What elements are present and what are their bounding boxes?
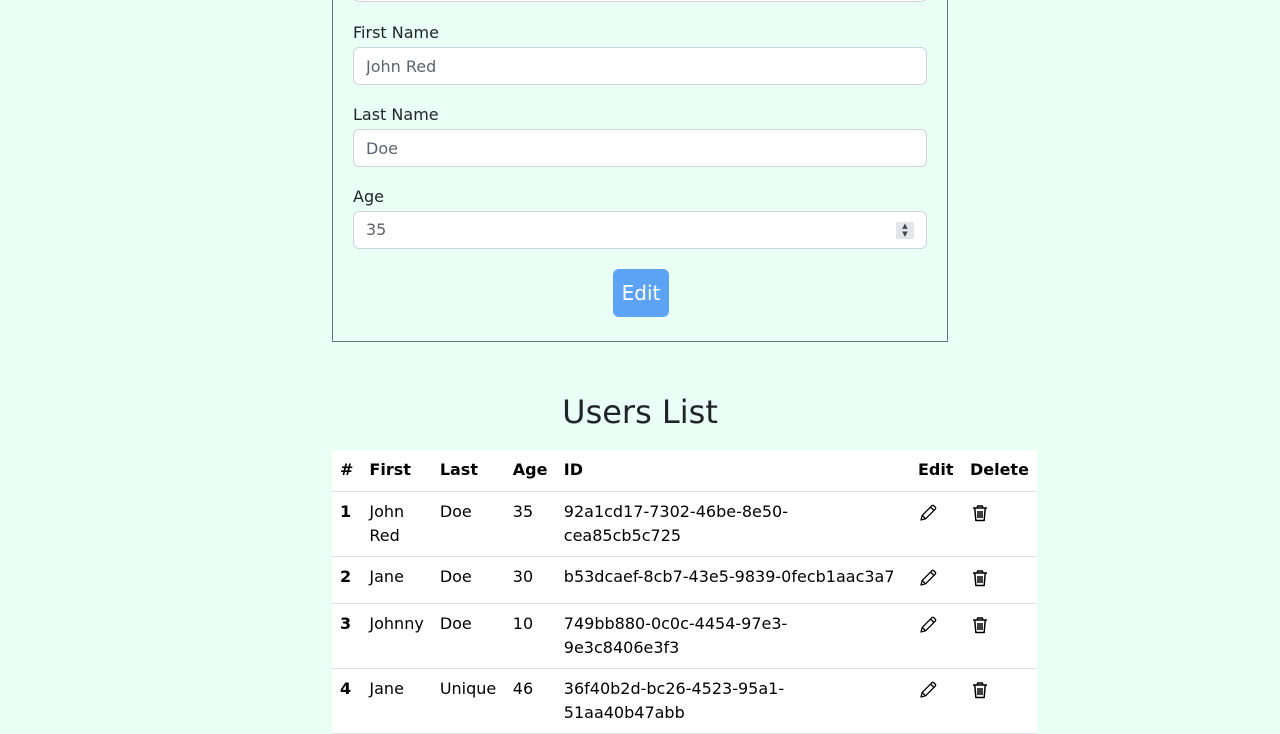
col-header-last: Last: [431, 450, 505, 492]
row-age: 10: [504, 603, 556, 669]
pencil-icon[interactable]: [918, 568, 938, 588]
trash-icon[interactable]: [970, 680, 990, 700]
row-age: 46: [504, 668, 556, 734]
first-name-label: First Name: [353, 23, 439, 42]
col-header-first: First: [361, 450, 432, 492]
edit-user-form: First Name Last Name Age 35 ▲ ▼ Edit: [332, 0, 948, 342]
row-last: Unique: [431, 668, 505, 734]
first-name-input[interactable]: [353, 47, 927, 85]
table-row: 2 Jane Doe 30 b53dcaef-8cb7-43e5-9839-0f…: [332, 556, 1037, 604]
col-header-id: ID: [555, 450, 910, 492]
row-first: John Red: [361, 491, 432, 557]
row-number: 1: [332, 491, 362, 557]
row-age: 35: [504, 491, 556, 557]
row-id: 36f40b2d-bc26-4523-95a1-51aa40b47abb: [555, 668, 910, 734]
pencil-icon[interactable]: [918, 503, 938, 523]
row-id: b53dcaef-8cb7-43e5-9839-0fecb1aac3a7: [555, 556, 910, 604]
pencil-icon[interactable]: [918, 680, 938, 700]
row-number: 4: [332, 668, 362, 734]
cut-off-input[interactable]: [353, 0, 927, 2]
row-first: Johnny: [361, 603, 432, 669]
stepper-down-icon[interactable]: ▼: [896, 230, 914, 238]
table-row: 1 John Red Doe 35 92a1cd17-7302-46be-8e5…: [332, 491, 1037, 557]
trash-icon[interactable]: [970, 615, 990, 635]
col-header-number: #: [332, 450, 362, 492]
row-last: Doe: [431, 491, 505, 557]
table-row: 4 Jane Unique 46 36f40b2d-bc26-4523-95a1…: [332, 668, 1037, 734]
row-age: 30: [504, 556, 556, 604]
row-id: 749bb880-0c0c-4454-97e3-9e3c8406e3f3: [555, 603, 910, 669]
stepper-up-icon[interactable]: ▲: [896, 222, 914, 230]
age-stepper[interactable]: ▲ ▼: [896, 222, 914, 239]
age-label: Age: [353, 187, 384, 206]
row-last: Doe: [431, 556, 505, 604]
edit-submit-button[interactable]: Edit: [613, 269, 669, 317]
users-table: # First Last Age ID Edit Delete 1 John R…: [332, 450, 1037, 734]
age-value: 35: [366, 220, 387, 239]
row-id: 92a1cd17-7302-46be-8e50-cea85cb5c725: [555, 491, 910, 557]
row-last: Doe: [431, 603, 505, 669]
row-number: 2: [332, 556, 362, 604]
trash-icon[interactable]: [970, 568, 990, 588]
row-number: 3: [332, 603, 362, 669]
pencil-icon[interactable]: [918, 615, 938, 635]
col-header-edit: Edit: [909, 450, 962, 492]
last-name-input[interactable]: [353, 129, 927, 167]
age-input[interactable]: 35 ▲ ▼: [353, 211, 927, 249]
last-name-label: Last Name: [353, 105, 439, 124]
col-header-age: Age: [504, 450, 556, 492]
table-header-row: # First Last Age ID Edit Delete: [332, 450, 1037, 492]
table-row: 3 Johnny Doe 10 749bb880-0c0c-4454-97e3-…: [332, 603, 1037, 669]
trash-icon[interactable]: [970, 503, 990, 523]
users-list-title: Users List: [562, 393, 718, 431]
row-first: Jane: [361, 556, 432, 604]
row-first: Jane: [361, 668, 432, 734]
col-header-delete: Delete: [961, 450, 1037, 492]
